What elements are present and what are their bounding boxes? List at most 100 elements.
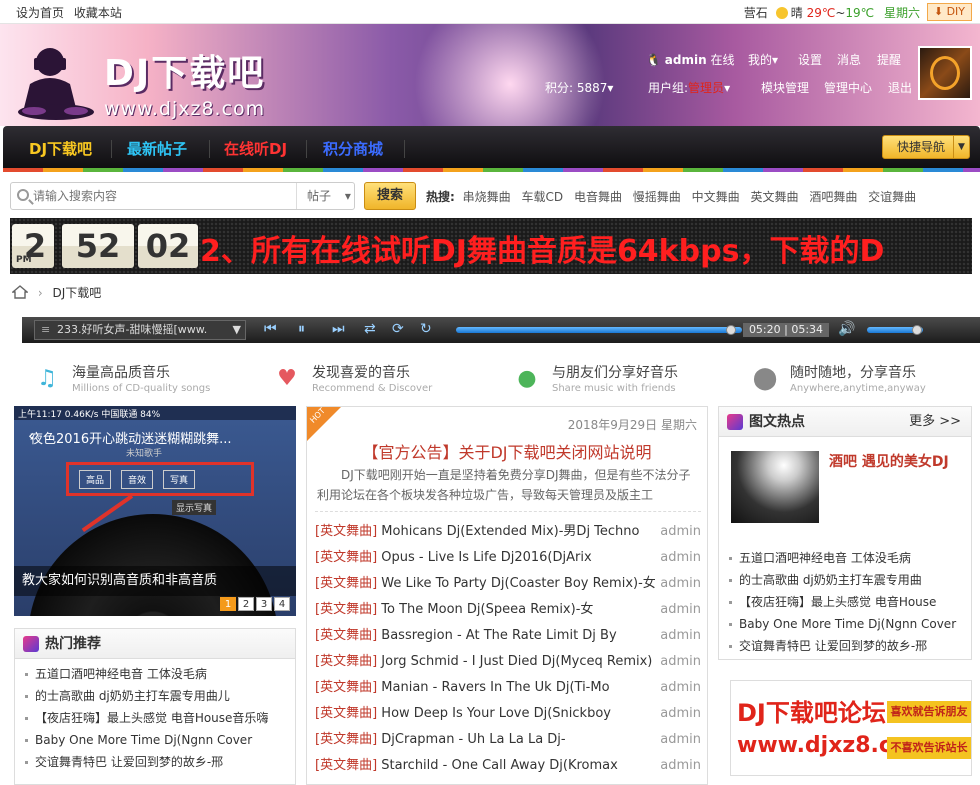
logout-link[interactable]: 退出: [888, 79, 912, 96]
next-track-icon[interactable]: ⏭: [332, 321, 345, 337]
search-input[interactable]: [33, 186, 293, 206]
repeat-one-icon[interactable]: ↻: [420, 321, 432, 337]
thread-title[interactable]: Manian - Ravers In The Uk Dj(Ti-Mo: [381, 680, 609, 695]
thread-category[interactable]: [英文舞曲]: [315, 706, 377, 721]
thread-author[interactable]: admin: [656, 545, 701, 571]
hot-search-item[interactable]: 电音舞曲: [574, 190, 622, 204]
thread-author[interactable]: admin: [656, 727, 701, 753]
thread-category[interactable]: [英文舞曲]: [315, 628, 377, 643]
table-row[interactable]: [英文舞曲] Jorg Schmid - I Just Died Dj(Myce…: [315, 649, 701, 675]
table-row[interactable]: [英文舞曲] How Deep Is Your Love Dj(Snickboy…: [315, 701, 701, 727]
thread-title[interactable]: Starchild - One Call Away Dj(Kromax: [381, 758, 618, 773]
quick-nav-button[interactable]: 快捷导航 ▼: [882, 135, 970, 159]
nav-item-listen[interactable]: 在线听DJ: [224, 138, 287, 159]
remind-link[interactable]: 提醒: [877, 51, 901, 68]
pause-icon[interactable]: ⏸: [298, 321, 305, 337]
thread-category[interactable]: [英文舞曲]: [315, 524, 377, 539]
shuffle-icon[interactable]: ⇄: [364, 321, 376, 337]
more-link[interactable]: 更多 >>: [909, 407, 961, 437]
home-icon[interactable]: [12, 285, 28, 299]
thread-category[interactable]: [英文舞曲]: [315, 680, 377, 695]
nav-item-mall[interactable]: 积分商城: [323, 138, 383, 159]
thread-author[interactable]: admin: [656, 701, 701, 727]
thread-category[interactable]: [英文舞曲]: [315, 732, 377, 747]
thread-author[interactable]: admin: [656, 597, 701, 623]
slider-page[interactable]: 1: [220, 597, 236, 611]
slider-page[interactable]: 4: [274, 597, 290, 611]
thread-category[interactable]: [英文舞曲]: [315, 758, 377, 773]
list-item[interactable]: 交谊舞青特巴 让爱回到梦的故乡-邢: [25, 751, 295, 773]
list-item[interactable]: Baby One More Time Dj(Ngnn Cover: [729, 613, 971, 635]
table-row[interactable]: [英文舞曲] To The Moon Dj(Speea Remix)-女 admi…: [315, 597, 701, 623]
thread-category[interactable]: [英文舞曲]: [315, 602, 377, 617]
thread-author[interactable]: admin: [656, 753, 701, 779]
thread-title[interactable]: We Like To Party Dj(Coaster Boy Remix)-女: [381, 576, 656, 591]
picnews-pic-title[interactable]: 酒吧 遇见的美女DJ: [829, 451, 949, 471]
hot-search-item[interactable]: 串烧舞曲: [463, 190, 511, 204]
avatar[interactable]: [918, 46, 972, 100]
diy-button[interactable]: ⬇ DIY: [926, 3, 972, 21]
progress-knob[interactable]: [725, 325, 736, 335]
list-item[interactable]: 五道口酒吧神经电音 工体没毛病: [25, 663, 295, 685]
thread-author[interactable]: admin: [656, 649, 701, 675]
table-row[interactable]: [英文舞曲] Mohicans Dj(Extended Mix)-男Dj Tec…: [315, 519, 701, 545]
table-row[interactable]: [英文舞曲] Bassregion - At The Rate Limit Dj…: [315, 623, 701, 649]
list-item[interactable]: 【夜店狂嗨】最上头感觉 电音House音乐嗨: [25, 707, 295, 729]
image-slider[interactable]: 上午11:17 0.46K/s 中国联通 84% ‹ 夜色2016开心跳动迷迷糊…: [14, 406, 296, 616]
slider-caption[interactable]: 教大家如何识别高音质和非高音质: [14, 566, 296, 596]
thread-title[interactable]: Opus - Live Is Life Dj2016(DjArix: [381, 550, 591, 565]
playlist-select[interactable]: 233.好听女声-甜味慢摇[www. ▼: [34, 320, 246, 340]
thread-author[interactable]: admin: [656, 675, 701, 701]
search-button[interactable]: 搜索: [364, 182, 416, 210]
list-item[interactable]: 的士高歌曲 dj奶奶主打车震专用曲: [729, 569, 971, 591]
announcement-title[interactable]: 【官方公告】关于DJ下载吧关闭网站说明: [307, 439, 707, 463]
thread-category[interactable]: [英文舞曲]: [315, 654, 377, 669]
thread-title[interactable]: Jorg Schmid - I Just Died Dj(Myceq Remix…: [381, 654, 652, 669]
module-mgmt-link[interactable]: 模块管理: [761, 79, 809, 96]
table-row[interactable]: [英文舞曲] We Like To Party Dj(Coaster Boy R…: [315, 571, 701, 597]
prev-track-icon[interactable]: ⏮: [264, 321, 277, 337]
hot-search-item[interactable]: 交谊舞曲: [868, 190, 916, 204]
hot-search-item[interactable]: 英文舞曲: [750, 190, 798, 204]
list-item[interactable]: 五道口酒吧神经电音 工体没毛病: [729, 547, 971, 569]
nav-item-latest[interactable]: 最新帖子: [127, 138, 187, 159]
search-scope-select[interactable]: 帖子 ▾: [296, 183, 354, 209]
messages-link[interactable]: 消息: [837, 51, 861, 68]
hot-search-item[interactable]: 慢摇舞曲: [633, 190, 681, 204]
ad-feedback-button[interactable]: 不喜欢告诉站长: [887, 737, 971, 759]
progress-bar[interactable]: [456, 325, 742, 335]
thread-title[interactable]: Mohicans Dj(Extended Mix)-男Dj Techno: [381, 524, 639, 539]
thread-title[interactable]: DjCrapman - Uh La La La Dj-: [381, 732, 565, 747]
thread-category[interactable]: [英文舞曲]: [315, 550, 377, 565]
points-menu[interactable]: 积分: 5887▾: [545, 79, 613, 96]
hot-search-item[interactable]: 车载CD: [521, 190, 563, 204]
thread-title[interactable]: How Deep Is Your Love Dj(Snickboy: [381, 706, 611, 721]
ad-share-button[interactable]: 喜欢就告诉朋友: [887, 701, 971, 723]
forum-ad-banner[interactable]: DJ下载吧论坛 www.djxz8.com 喜欢就告诉朋友 不喜欢告诉站长: [730, 680, 972, 776]
list-item[interactable]: 的士高歌曲 dj奶奶主打车震专用曲儿: [25, 685, 295, 707]
nav-item-home[interactable]: DJ下载吧: [29, 138, 92, 159]
thread-category[interactable]: [英文舞曲]: [315, 576, 377, 591]
table-row[interactable]: [英文舞曲] Manian - Ravers In The Uk Dj(Ti-M…: [315, 675, 701, 701]
volume-icon[interactable]: 🔊: [838, 321, 855, 337]
usergroup-menu[interactable]: 用户组:管理员▾: [648, 79, 730, 96]
thread-author[interactable]: admin: [656, 519, 701, 545]
list-item[interactable]: 交谊舞青特巴 让爱回到梦的故乡-邢: [729, 635, 971, 657]
volume-slider[interactable]: [867, 325, 923, 335]
hot-search-item[interactable]: 酒吧舞曲: [809, 190, 857, 204]
hot-search-item[interactable]: 中文舞曲: [692, 190, 740, 204]
my-menu[interactable]: 我的▾: [748, 51, 778, 68]
volume-knob[interactable]: [912, 325, 923, 335]
table-row[interactable]: [英文舞曲] Starchild - One Call Away Dj(Krom…: [315, 753, 701, 779]
admin-center-link[interactable]: 管理中心: [824, 79, 872, 96]
repeat-icon[interactable]: ⟳: [392, 321, 404, 337]
settings-link[interactable]: 设置: [798, 51, 822, 68]
picnews-image[interactable]: [731, 451, 819, 523]
breadcrumb-current[interactable]: DJ下载吧: [52, 286, 101, 300]
table-row[interactable]: [英文舞曲] DjCrapman - Uh La La La Dj-admin: [315, 727, 701, 753]
bookmark-link[interactable]: 收藏本站: [74, 6, 122, 20]
site-logo[interactable]: DJ下载吧 www.djxz8.com: [104, 44, 265, 120]
thread-title[interactable]: To The Moon Dj(Speea Remix)-女: [381, 602, 593, 617]
slider-page[interactable]: 2: [238, 597, 254, 611]
thread-author[interactable]: admin: [656, 623, 701, 649]
